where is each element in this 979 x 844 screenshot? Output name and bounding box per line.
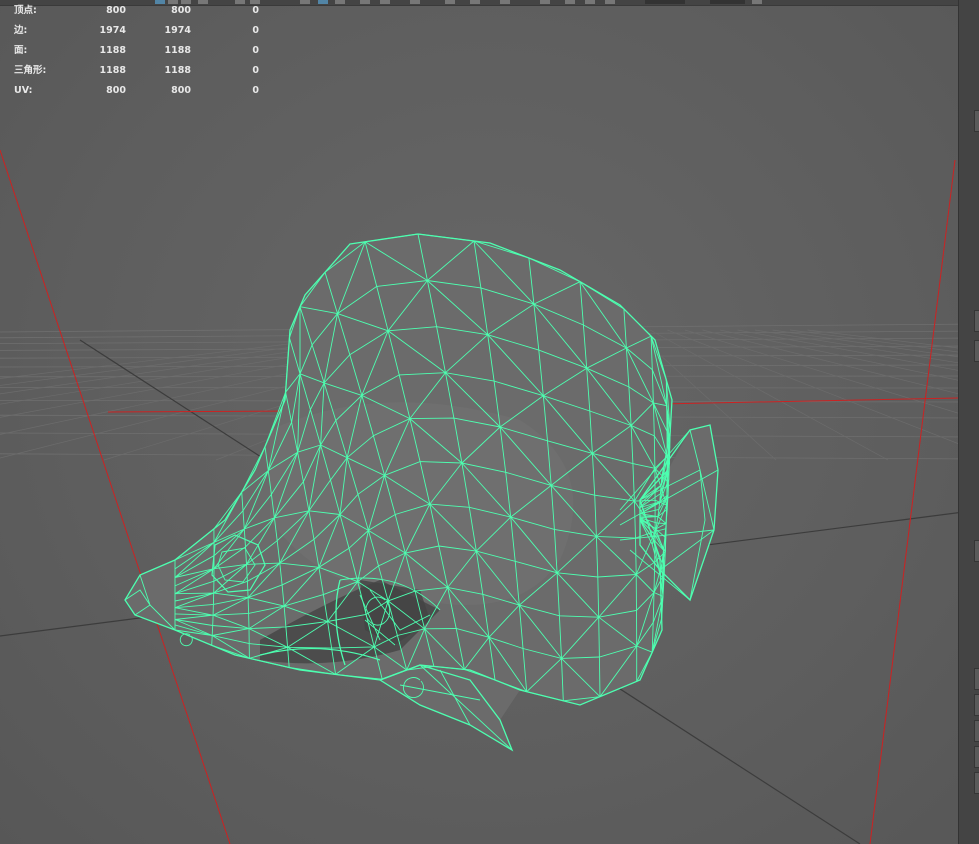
hud-label: 面:: [14, 45, 28, 56]
grid-line: [667, 329, 979, 453]
hud-value: 0: [252, 85, 259, 96]
fish-mesh-shading: [125, 234, 718, 750]
panel-tab[interactable]: [974, 694, 979, 716]
hud-value: 0: [252, 5, 259, 16]
panel-tab[interactable]: [974, 720, 979, 742]
hud-value: 1974: [99, 25, 126, 36]
axis-line: [869, 159, 956, 844]
panel-tab[interactable]: [974, 668, 979, 690]
wire-edge: [662, 550, 664, 597]
hud-value: 1188: [164, 65, 191, 76]
grid-line: [737, 329, 979, 375]
hud-value: 800: [171, 85, 191, 96]
hud-value: 1188: [164, 45, 191, 56]
hud-value: 1188: [99, 65, 126, 76]
hud-value: 1188: [99, 45, 126, 56]
panel-tab[interactable]: [974, 310, 979, 332]
hud-value: 0: [252, 25, 259, 36]
hud-value: 1974: [164, 25, 191, 36]
wire-edge: [174, 592, 214, 595]
grid-line: [754, 329, 979, 367]
right-side-panel: [958, 0, 979, 844]
hud-value: 800: [106, 85, 126, 96]
scene-canvas[interactable]: [0, 0, 979, 844]
axis-line: [0, 149, 231, 844]
hud-value: 800: [106, 5, 126, 16]
hud-label: UV:: [14, 85, 33, 96]
panel-tab[interactable]: [974, 772, 979, 794]
grid-line: [684, 329, 979, 420]
hud-value: 0: [252, 65, 259, 76]
panel-tab[interactable]: [974, 746, 979, 768]
wire-edge: [665, 505, 668, 524]
hud-value: 0: [252, 45, 259, 56]
axis-line: [107, 410, 301, 413]
panel-tab[interactable]: [974, 540, 979, 562]
hud-label: 边:: [14, 25, 28, 36]
3d-viewport[interactable]: 顶点: 800 800 0 边: 1974 1974 0 面: 1188 118…: [0, 0, 979, 844]
hud-value: 800: [171, 5, 191, 16]
axis-line: [659, 397, 959, 405]
hud-label: 三角形:: [14, 65, 47, 76]
hud-label: 顶点:: [14, 5, 37, 16]
panel-tab[interactable]: [974, 110, 979, 132]
panel-tab[interactable]: [974, 340, 979, 362]
